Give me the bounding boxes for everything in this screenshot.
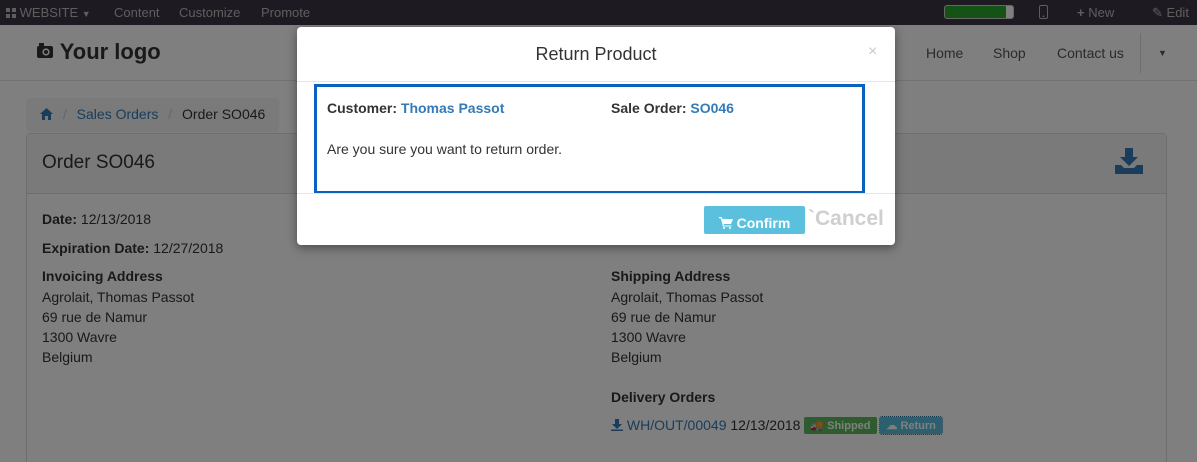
modal-sale-order-value[interactable]: SO046 xyxy=(690,100,734,116)
return-product-modal: Return Product × Customer: Thomas Passot… xyxy=(297,27,895,245)
modal-message: Are you sure you want to return order. xyxy=(327,141,563,157)
modal-title: Return Product xyxy=(535,44,657,64)
modal-customer-label: Customer: xyxy=(327,100,398,116)
confirm-button[interactable]: Confirm xyxy=(704,206,805,234)
confirm-button-label: Confirm xyxy=(736,214,791,231)
close-icon[interactable]: × xyxy=(868,43,877,61)
modal-sale-order: Sale Order: SO046 xyxy=(611,100,734,116)
modal-customer-value[interactable]: Thomas Passot xyxy=(401,100,504,116)
modal-sale-order-label: Sale Order: xyxy=(611,100,687,116)
modal-customer: Customer: Thomas Passot xyxy=(327,100,504,116)
modal-footer-divider xyxy=(297,193,895,194)
cart-icon xyxy=(718,215,737,231)
cancel-button[interactable]: `Cancel xyxy=(808,207,884,231)
modal-header-divider xyxy=(297,81,895,82)
